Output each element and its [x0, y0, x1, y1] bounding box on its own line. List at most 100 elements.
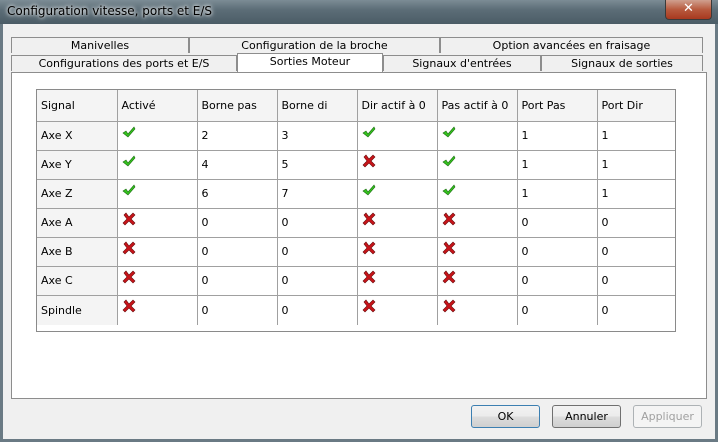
green-check-icon [361, 183, 376, 197]
red-x-icon [442, 212, 456, 226]
table-row: Axe B0000 [37, 236, 675, 267]
table-cell-active[interactable] [116, 294, 198, 325]
table-cell-signal: Axe B [37, 236, 118, 267]
apply-button[interactable]: Appliquer [633, 405, 702, 428]
table-cell-borne-pas[interactable]: 0 [196, 236, 278, 267]
table-cell-active[interactable] [116, 207, 198, 238]
red-x-icon [122, 270, 136, 284]
table-row: Axe Y 45 11 [37, 149, 675, 180]
table-header: Signal Activé Borne pas Borne di Dir actif à… [37, 90, 675, 122]
table-cell-port-pas[interactable]: 0 [516, 207, 598, 238]
table-cell-borne-pas[interactable]: 4 [196, 149, 278, 180]
table-cell-dir-low[interactable] [356, 178, 438, 209]
table-cell-port-pas[interactable]: 1 [516, 149, 598, 180]
table-cell-port-dir[interactable]: 0 [596, 294, 675, 325]
table-cell-port-pas[interactable]: 0 [516, 294, 598, 325]
table-cell-borne-dir[interactable]: 0 [276, 207, 358, 238]
table-cell-active[interactable] [116, 178, 198, 209]
red-x-icon [362, 154, 376, 168]
tab-signaux-entrees[interactable]: Signaux d'entrées [383, 55, 541, 71]
red-x-icon [122, 212, 136, 226]
table-cell-borne-pas[interactable]: 0 [196, 207, 278, 238]
table-cell-step-low[interactable] [436, 207, 518, 238]
red-x-icon [362, 299, 376, 313]
close-button[interactable]: ✕ [665, 0, 712, 20]
tab-option-fraisage[interactable]: Option avancées en fraisage [440, 37, 703, 53]
red-x-icon [362, 241, 376, 255]
table-row: Spindle 0 0 0 0 [37, 294, 675, 325]
column-header: Pas actif à 0 [436, 90, 518, 122]
title-bar[interactable]: Configuration vitesse, ports et E/S ✕ [0, 0, 718, 24]
column-header: Borne di [276, 90, 358, 122]
config-dialog: Configuration vitesse, ports et E/S ✕ Ma… [0, 0, 718, 442]
table-cell-port-dir[interactable]: 0 [596, 236, 675, 267]
table-cell-step-low[interactable] [436, 178, 518, 209]
column-header: Port Dir [596, 90, 675, 122]
table-cell-port-pas[interactable]: 0 [516, 236, 598, 267]
tab-configurations-ports[interactable]: Configurations des ports et E/S [11, 55, 237, 71]
table-cell-active[interactable] [116, 236, 198, 267]
column-header: Activé [116, 90, 198, 122]
table-cell-step-low[interactable] [436, 294, 518, 325]
table-cell-dir-low[interactable] [356, 236, 438, 267]
table-cell-borne-dir[interactable]: 0 [276, 265, 358, 296]
table-cell-port-pas[interactable]: 0 [516, 265, 598, 296]
tab-sorties-moteur[interactable]: Sorties Moteur [237, 53, 383, 72]
table-cell-borne-dir[interactable]: 3 [276, 120, 358, 151]
table-cell-port-dir[interactable]: 1 [596, 120, 675, 151]
tab-signaux-sorties[interactable]: Signaux de sorties [541, 55, 703, 71]
table-cell-dir-low[interactable] [356, 120, 438, 151]
table-body: Axe X 2 3 1 1 Axe Y 4 5 1 1 Axe Z 6 7 1 1 Axe A 0 0 0 0 Axe … [37, 120, 675, 325]
table-row: Axe X 23 11 [37, 120, 675, 151]
window-frame-left [0, 24, 3, 442]
tab-manivelles[interactable]: Manivelles [11, 37, 189, 53]
table-cell-signal: Axe A [37, 207, 118, 238]
table-cell-signal: Axe C [37, 265, 118, 296]
red-x-icon [362, 212, 376, 226]
table-cell-dir-low[interactable] [356, 294, 438, 325]
table-cell-port-dir[interactable]: 0 [596, 207, 675, 238]
red-x-icon [362, 270, 376, 284]
table-row: Axe Z 67 11 [37, 178, 675, 209]
table-cell-step-low[interactable] [436, 120, 518, 151]
table-cell-signal: Axe Y [37, 149, 118, 180]
green-check-icon [441, 183, 456, 197]
table-cell-borne-dir[interactable]: 0 [276, 236, 358, 267]
red-x-icon [442, 241, 456, 255]
table-cell-borne-dir[interactable]: 0 [276, 294, 358, 325]
table-cell-active[interactable] [116, 120, 198, 151]
table-cell-step-low[interactable] [436, 236, 518, 267]
column-header: Signal [37, 90, 118, 122]
red-x-icon [122, 241, 136, 255]
table-cell-active[interactable] [116, 149, 198, 180]
ok-button[interactable]: OK [471, 405, 540, 428]
table-cell-step-low[interactable] [436, 265, 518, 296]
table-cell-borne-pas[interactable]: 6 [196, 178, 278, 209]
red-x-icon [442, 299, 456, 313]
table-cell-borne-pas[interactable]: 0 [196, 294, 278, 325]
table-cell-signal: Spindle [37, 294, 118, 325]
table-cell-port-dir[interactable]: 0 [596, 265, 675, 296]
table-cell-borne-dir[interactable]: 5 [276, 149, 358, 180]
table-cell-borne-pas[interactable]: 2 [196, 120, 278, 151]
close-icon: ✕ [683, 1, 694, 16]
column-header: Port Pas [516, 90, 598, 122]
table-cell-port-pas[interactable]: 1 [516, 178, 598, 209]
cancel-button[interactable]: Annuler [552, 405, 621, 428]
table-cell-borne-dir[interactable]: 7 [276, 178, 358, 209]
green-check-icon [361, 125, 376, 139]
table-cell-step-low[interactable] [436, 149, 518, 180]
green-check-icon [121, 154, 136, 168]
table-cell-borne-pas[interactable]: 0 [196, 265, 278, 296]
table-cell-dir-low[interactable] [356, 207, 438, 238]
table-cell-port-pas[interactable]: 1 [516, 120, 598, 151]
table-cell-port-dir[interactable]: 1 [596, 178, 675, 209]
table-cell-port-dir[interactable]: 1 [596, 149, 675, 180]
green-check-icon [441, 154, 456, 168]
green-check-icon [121, 183, 136, 197]
table-cell-dir-low[interactable] [356, 265, 438, 296]
red-x-icon [442, 270, 456, 284]
table-cell-active[interactable] [116, 265, 198, 296]
tab-configuration-broche[interactable]: Configuration de la broche [189, 37, 440, 53]
table-cell-dir-low[interactable] [356, 149, 438, 180]
